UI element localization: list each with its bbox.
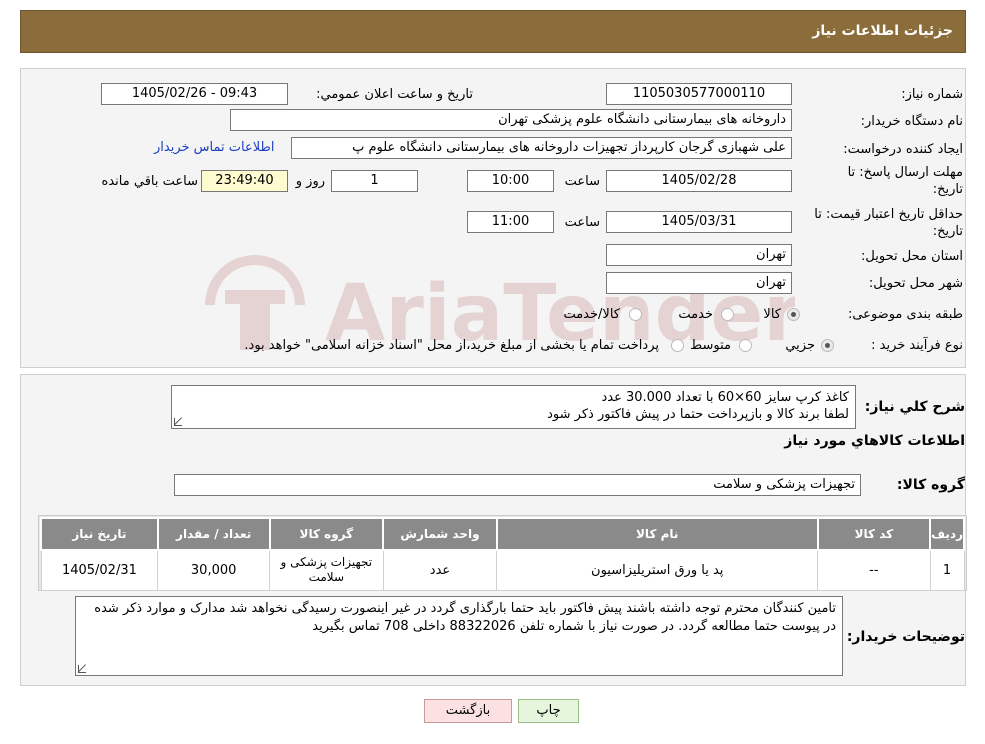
validity-label-date: تاريخ:: [932, 224, 963, 239]
deadline-label-date: تاريخ:: [932, 182, 963, 197]
buyer-org-field: داروخانه های بیمارستانی دانشگاه علوم پزش…: [230, 109, 792, 131]
need-number-field: 1105030577000110: [606, 83, 792, 105]
validity-time-label: ساعت: [564, 215, 600, 230]
deadline-date-field: 1405/02/28: [606, 170, 792, 192]
page-title: جزئیات اطلاعات نیاز: [812, 23, 953, 39]
cell-row: 1: [929, 549, 965, 591]
summary-line-2: لطفا برند کالا و بازپرداخت حتما در پیش ف…: [547, 407, 849, 422]
category-option-goods-service: کالا/خدمت: [563, 307, 620, 322]
province-label: استان محل تحويل:: [861, 249, 963, 264]
col-unit-header: واحد شمارش: [382, 517, 498, 551]
city-field: تهران: [606, 272, 792, 294]
requester-field: علی شهبازی گرجان کارپرداز تجهیزات داروخا…: [291, 137, 792, 159]
purchase-option-medium: متوسط: [690, 338, 731, 353]
need-number-label: شماره نیاز:: [901, 87, 963, 102]
category-option-service: خدمت: [678, 307, 713, 322]
category-radio-goods-service[interactable]: [629, 308, 642, 321]
goods-table: رديف کد کالا نام کالا واحد شمارش گروه کا…: [40, 517, 965, 591]
table-header-row: رديف کد کالا نام کالا واحد شمارش گروه کا…: [40, 517, 965, 551]
category-radio-goods[interactable]: [787, 308, 800, 321]
back-button[interactable]: بازگشت: [424, 699, 512, 723]
col-group-header: گروه کالا: [268, 517, 385, 551]
col-code-header: کد کالا: [816, 517, 932, 551]
goods-info-title: اطلاعات كالاهاي مورد نياز: [784, 433, 965, 449]
province-field: تهران: [606, 244, 792, 266]
city-label: شهر محل تحويل:: [868, 276, 963, 291]
cell-group: تجهيزات پزشکی و سلامت: [269, 549, 384, 591]
cell-unit: عدد: [382, 549, 498, 591]
cell-date: 1405/02/31: [40, 549, 159, 591]
purchase-radio-minor[interactable]: [821, 339, 834, 352]
validity-date-field: 1405/03/31: [606, 211, 792, 233]
resize-handle-icon[interactable]: [174, 418, 182, 426]
category-label: طبقه بندی موضوعی:: [847, 307, 963, 322]
days-label: روز و: [295, 174, 325, 189]
buyer-contact-link[interactable]: اطلاعات تماس خريدار: [154, 140, 274, 155]
summary-line-1: کاغذ کرپ سایز 60×60 با تعداد 30.000 عدد: [601, 390, 849, 405]
deadline-label: مهلت ارسال پاسخ: تا: [847, 165, 963, 180]
goods-group-label: گروه کالا:: [896, 477, 965, 493]
requester-label: ايجاد کننده درخواست:: [843, 142, 963, 157]
validity-label: حداقل تاريخ اعتبار قيمت: تا: [814, 207, 963, 222]
validity-time-field: 11:00: [467, 211, 554, 233]
purchase-checkbox-treasury[interactable]: [671, 339, 684, 352]
purchase-type-label: نوع فرآيند خريد :: [871, 338, 963, 353]
remaining-time-field: 23:49:40: [201, 170, 288, 192]
cell-code: --: [817, 549, 931, 591]
print-button[interactable]: چاپ: [518, 699, 579, 723]
announce-date-field: 1405/02/26 - 09:43: [101, 83, 288, 105]
remaining-time-label: ساعت باقي مانده: [101, 174, 198, 189]
table-row[interactable]: 1 -- پد یا ورق استریلیزاسیون عدد تجهيزات…: [40, 549, 965, 591]
col-qty-header: تعداد / مقدار: [156, 517, 271, 551]
purchase-option-minor: جزيي: [785, 338, 815, 353]
purchase-radio-medium[interactable]: [739, 339, 752, 352]
summary-textarea[interactable]: کاغذ کرپ سایز 60×60 با تعداد 30.000 عدد …: [171, 385, 856, 429]
category-option-goods: کالا: [763, 307, 781, 322]
buyer-org-label: نام دستگاه خريدار:: [860, 114, 963, 129]
deadline-time-field: 10:00: [467, 170, 554, 192]
cell-qty: 30,000: [157, 549, 270, 591]
remaining-days-field: 1: [331, 170, 418, 192]
page-header: جزئیات اطلاعات نیاز: [20, 10, 966, 53]
goods-group-field: تجهیزات پزشکی و سلامت: [174, 474, 861, 496]
resize-handle-icon[interactable]: [78, 665, 86, 673]
cell-name: پد یا ورق استریلیزاسیون: [496, 549, 819, 591]
buyer-notes-textarea[interactable]: تامین کنندگان محترم توجه داشته باشند پیش…: [75, 596, 843, 676]
buyer-notes-label: توضيحات خريدار:: [846, 629, 965, 645]
col-row-header: رديف: [929, 517, 965, 551]
announce-date-label: تاریخ و ساعت اعلان عمومي:: [316, 87, 473, 102]
category-radio-service[interactable]: [721, 308, 734, 321]
col-date-header: تاريخ نياز: [40, 517, 159, 551]
treasury-note: پرداخت تمام یا بخشی از مبلغ خرید،از محل …: [244, 338, 659, 353]
col-name-header: نام کالا: [495, 517, 819, 551]
deadline-time-label: ساعت: [564, 174, 600, 189]
summary-label: شرح كلي نياز:: [864, 399, 965, 415]
buyer-notes-text: تامین کنندگان محترم توجه داشته باشند پیش…: [94, 601, 836, 634]
